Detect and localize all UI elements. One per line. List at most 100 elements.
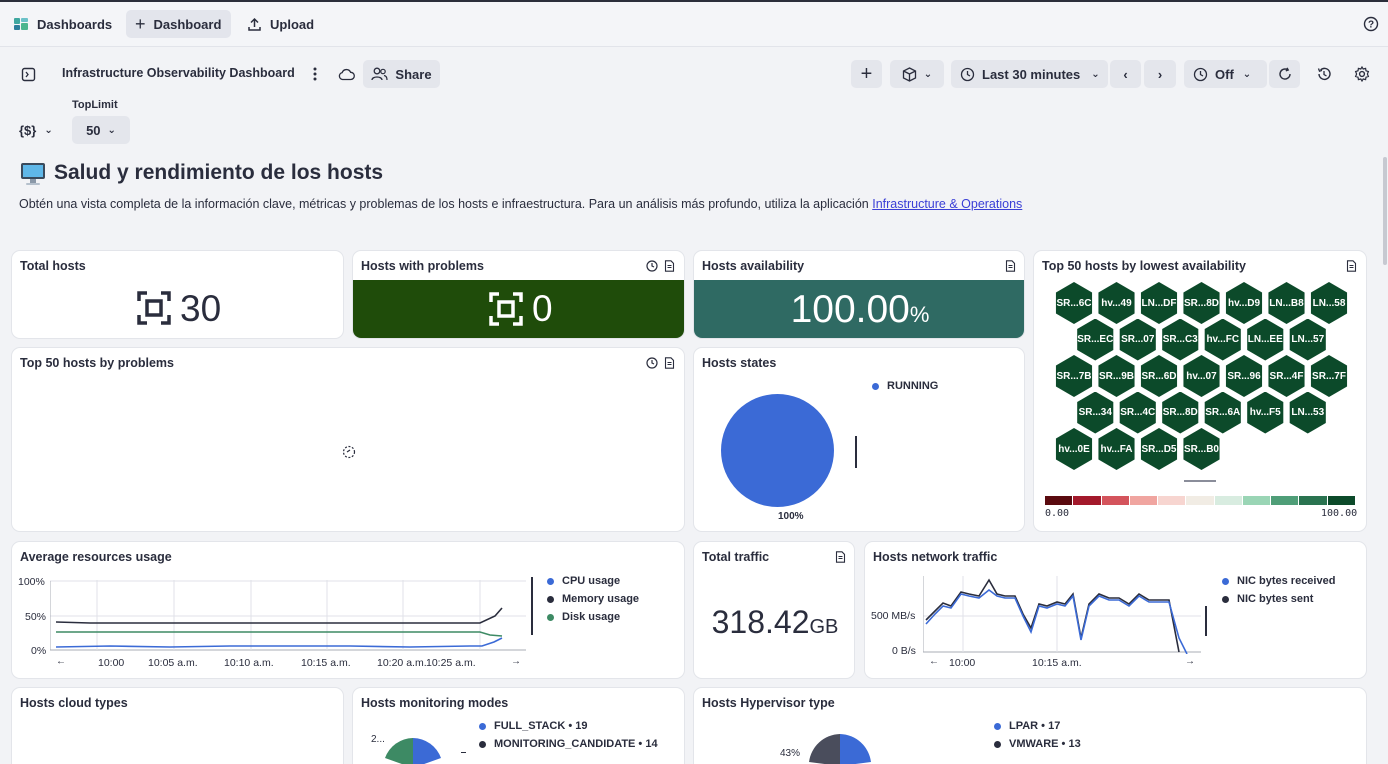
legend-item-cpu[interactable]: CPU usage xyxy=(547,575,620,587)
variables-toggle[interactable]: {$} ⌄ xyxy=(19,123,53,138)
scroll-right-icon[interactable]: → xyxy=(511,656,521,667)
tile-hosts-cloud-types[interactable]: Hosts cloud types xyxy=(11,687,344,764)
tile-hosts-hypervisor-type[interactable]: Hosts Hypervisor type 43% LPAR • 17 VMWA… xyxy=(693,687,1367,764)
document-icon[interactable] xyxy=(664,357,675,369)
toplimit-select[interactable]: 50 ⌄ xyxy=(72,116,130,144)
legend-resize-handle[interactable] xyxy=(855,436,857,468)
hex-cell[interactable]: LN...DF xyxy=(1140,282,1178,324)
hex-cell[interactable]: SR...C3 xyxy=(1162,318,1199,361)
legend-item-memory[interactable]: Memory usage xyxy=(547,593,639,605)
hex-cell[interactable]: hv...07 xyxy=(1183,355,1220,397)
tile-hosts-states[interactable]: Hosts states 100% RUNNING xyxy=(693,347,1025,532)
cloud-sync-icon[interactable] xyxy=(333,61,359,87)
add-tile-button[interactable]: + xyxy=(851,60,882,88)
hex-cell[interactable]: SR...6D xyxy=(1140,355,1178,397)
hex-cell[interactable]: SR...6C xyxy=(1055,282,1093,324)
hex-cell[interactable]: LN...57 xyxy=(1289,318,1326,361)
hex-cell[interactable]: LN...EE xyxy=(1247,318,1284,361)
hex-cell[interactable]: LN...B8 xyxy=(1268,282,1305,324)
hex-cell[interactable]: LN...53 xyxy=(1289,391,1326,434)
hex-cell[interactable]: SR...4F xyxy=(1268,355,1305,397)
legend-item-running[interactable]: RUNNING xyxy=(872,380,938,392)
hosts-states-pie-slice[interactable] xyxy=(721,394,834,507)
hex-cell[interactable]: hv...D9 xyxy=(1225,282,1263,324)
hex-cell[interactable]: SR...7F xyxy=(1310,355,1348,397)
tile-average-resources-usage[interactable]: Average resources usage 100% 50% 0% ← 10… xyxy=(11,541,685,679)
auto-refresh-selector[interactable]: Off ⌄ xyxy=(1184,60,1267,88)
hex-cell[interactable]: SR...B0 xyxy=(1183,428,1220,470)
page-scrollbar[interactable] xyxy=(1383,157,1387,265)
hex-cell[interactable]: hv...FC xyxy=(1204,318,1241,361)
document-icon[interactable] xyxy=(664,260,675,272)
segments-button[interactable]: ⌄ xyxy=(890,60,944,88)
hex-cell[interactable]: hv...49 xyxy=(1098,282,1135,324)
hex-cell[interactable]: SR...9B xyxy=(1098,355,1135,397)
dashboards-nav[interactable]: Dashboards xyxy=(4,10,121,38)
hex-cell[interactable]: hv...FA xyxy=(1098,428,1135,470)
legend-item-nic-sent[interactable]: NIC bytes sent xyxy=(1222,593,1313,605)
help-icon[interactable]: ? xyxy=(1358,11,1384,37)
hex-cell[interactable]: SR...4C xyxy=(1119,391,1156,434)
legend-item-disk[interactable]: Disk usage xyxy=(547,611,620,623)
hex-cell[interactable]: hv...F5 xyxy=(1247,391,1284,434)
tile-hosts-network-traffic[interactable]: Hosts network traffic 500 MB/s 0 B/s ← 1… xyxy=(864,541,1367,679)
legend-item-full-stack[interactable]: FULL_STACK • 19 xyxy=(479,720,588,732)
sidebar-toggle-icon[interactable] xyxy=(15,61,41,87)
clock-icon[interactable] xyxy=(646,260,658,272)
timeframe-selector[interactable]: Last 30 minutes ⌄ xyxy=(951,60,1108,88)
scale-segment xyxy=(1101,496,1129,505)
more-options-icon[interactable] xyxy=(302,61,328,87)
scroll-left-icon[interactable]: ← xyxy=(56,656,66,667)
share-button[interactable]: Share xyxy=(363,60,440,88)
tile-total-hosts[interactable]: Total hosts 30 xyxy=(11,250,344,339)
hex-cell[interactable]: SR...D5 xyxy=(1140,428,1178,470)
tile-hosts-monitoring-modes[interactable]: Hosts monitoring modes 2... FULL_STACK •… xyxy=(352,687,685,764)
settings-gear-icon[interactable] xyxy=(1349,61,1375,87)
chevron-down-icon: ⌄ xyxy=(1091,68,1100,80)
hex-cell[interactable]: SR...8D xyxy=(1162,391,1199,434)
upload-button[interactable]: Upload xyxy=(238,10,323,38)
document-icon[interactable] xyxy=(1005,260,1016,272)
hex-cell[interactable]: SR...07 xyxy=(1119,318,1156,361)
hex-cell[interactable]: SR...8D xyxy=(1183,282,1220,324)
dashboard-name[interactable]: Infrastructure Observability Dashboard xyxy=(62,66,295,80)
tile-top-hosts-by-problems[interactable]: Top 50 hosts by problems xyxy=(11,347,685,532)
legend-item-monitoring-candidate[interactable]: MONITORING_CANDIDATE • 14 xyxy=(479,738,658,750)
refresh-button[interactable] xyxy=(1269,60,1300,88)
document-icon[interactable] xyxy=(835,551,846,563)
document-icon[interactable] xyxy=(1346,260,1357,272)
hex-cell[interactable]: SR...7B xyxy=(1055,355,1093,397)
history-icon[interactable] xyxy=(1311,61,1337,87)
hex-cell[interactable]: SR...6A xyxy=(1204,391,1241,434)
network-traffic-line-chart[interactable] xyxy=(923,576,1201,654)
legend-resize-handle[interactable] xyxy=(1205,606,1207,636)
hypervisor-pie[interactable] xyxy=(808,734,872,764)
timeframe-next-button[interactable]: › xyxy=(1144,60,1176,88)
cube-icon xyxy=(902,66,916,82)
tile-lowest-availability[interactable]: Top 50 hosts by lowest availability SR..… xyxy=(1033,250,1367,532)
hex-cell[interactable]: LN...58 xyxy=(1310,282,1348,324)
scroll-right-icon[interactable]: → xyxy=(1185,656,1195,667)
tab-dashboard[interactable]: + Dashboard xyxy=(126,10,231,38)
toplimit-label: TopLimit xyxy=(72,99,118,111)
hex-cell[interactable]: SR...96 xyxy=(1225,355,1263,397)
scale-segment xyxy=(1073,496,1101,505)
hex-cell[interactable]: SR...EC xyxy=(1077,318,1114,361)
legend-resize-handle[interactable] xyxy=(531,577,533,635)
infrastructure-operations-link[interactable]: Infrastructure & Operations xyxy=(872,197,1022,211)
clock-icon[interactable] xyxy=(646,357,658,369)
hex-cell[interactable]: SR...34 xyxy=(1077,391,1114,434)
monitoring-modes-pie[interactable] xyxy=(383,738,443,764)
hex-cell[interactable]: hv...0E xyxy=(1055,428,1093,470)
tile-hosts-with-problems[interactable]: Hosts with problems 0 xyxy=(352,250,685,339)
scroll-left-icon[interactable]: ← xyxy=(929,656,939,667)
page-title: Salud y rendimiento de los hosts xyxy=(54,161,384,184)
tile-hosts-availability[interactable]: Hosts availability 100.00 % xyxy=(693,250,1025,339)
x-tick: 10:00 xyxy=(98,657,125,669)
legend-item-vmware[interactable]: VMWARE • 13 xyxy=(994,738,1081,750)
legend-item-nic-received[interactable]: NIC bytes received xyxy=(1222,575,1335,587)
resources-line-chart[interactable] xyxy=(50,580,526,654)
timeframe-previous-button[interactable]: ‹ xyxy=(1110,60,1141,88)
legend-item-lpar[interactable]: LPAR • 17 xyxy=(994,720,1060,732)
tile-total-traffic[interactable]: Total traffic 318.42GB xyxy=(693,541,855,679)
